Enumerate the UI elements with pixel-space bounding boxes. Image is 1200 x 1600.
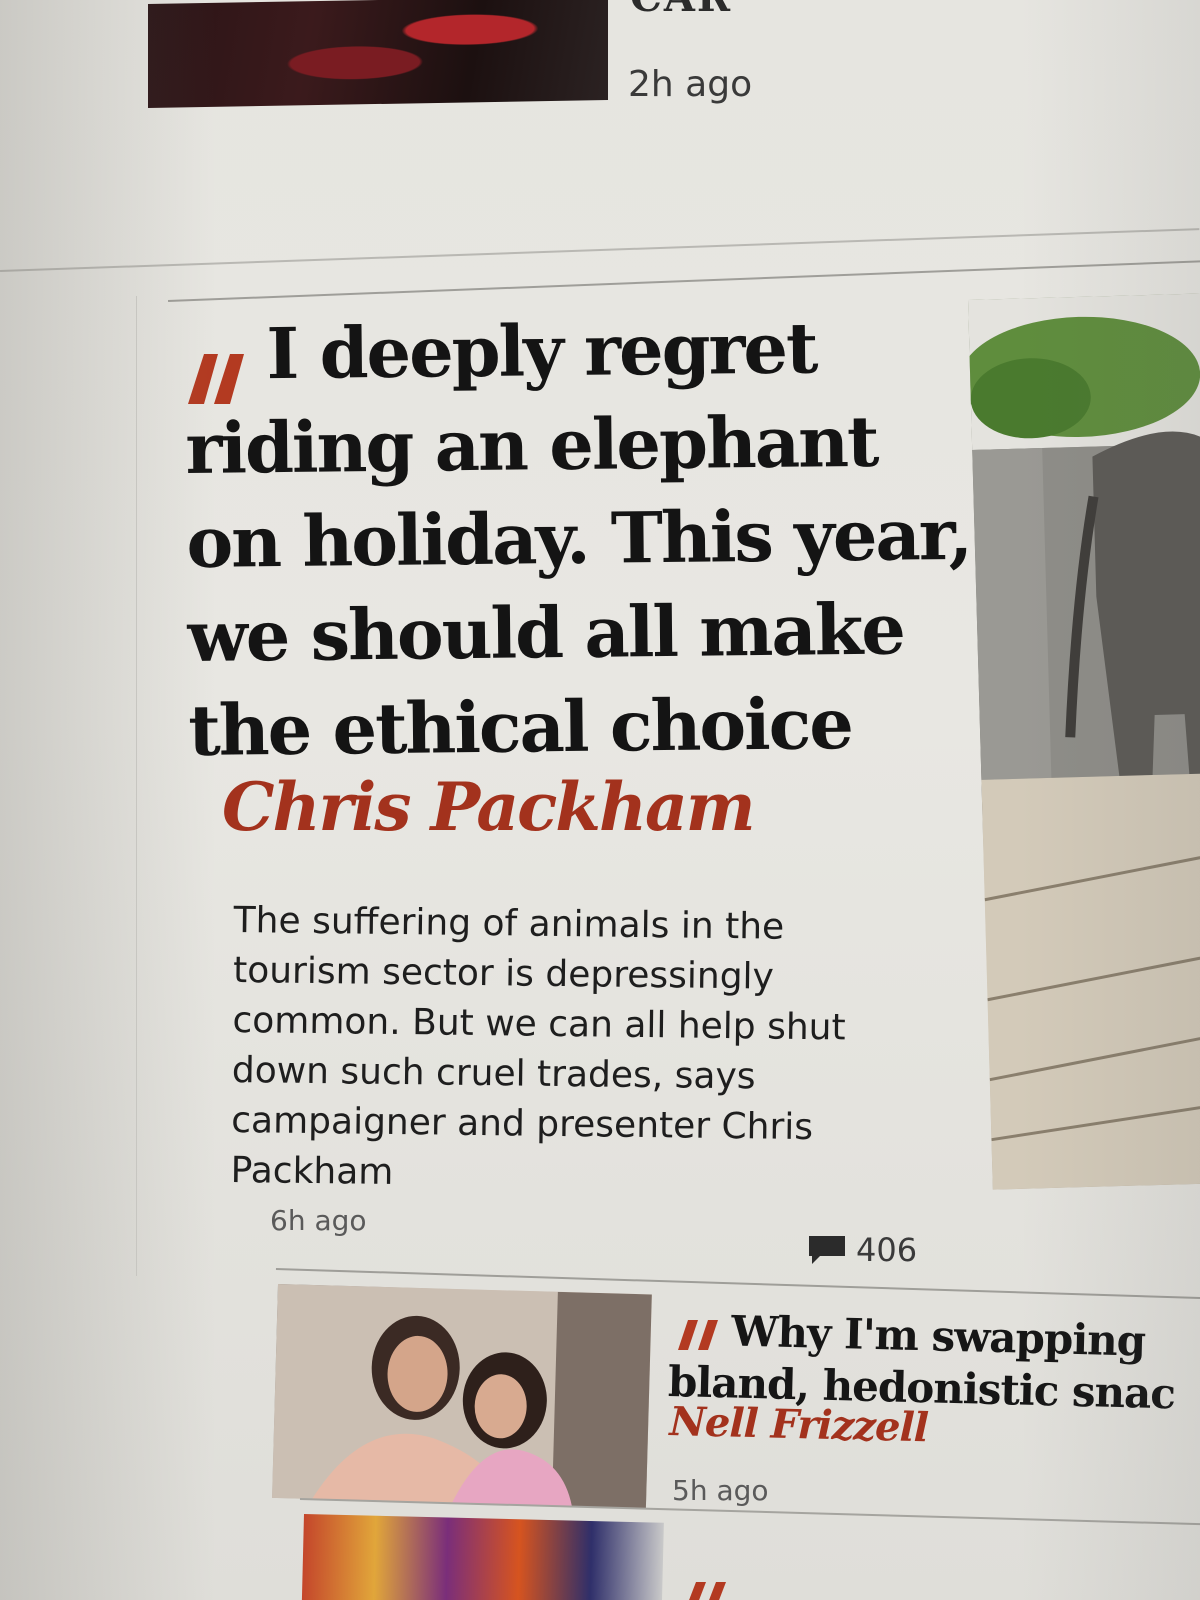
card-border	[136, 296, 137, 1276]
card-top-rule	[168, 260, 1200, 302]
top-card-timestamp: 2h ago	[628, 64, 753, 105]
main-card-headline[interactable]: I deeply regret riding an elephant on ho…	[184, 300, 979, 778]
second-card-timestamp: 5h ago	[672, 1474, 769, 1507]
comment-count-link[interactable]: 406	[806, 1230, 917, 1270]
comment-icon	[809, 1236, 845, 1264]
mother-child-photo	[272, 1284, 652, 1509]
section-divider	[0, 228, 1200, 272]
main-card-headline-text[interactable]: I deeply regret riding an elephant on ho…	[185, 306, 971, 772]
screen: CAR 2h ago I deeply regret riding an ele…	[0, 0, 1200, 1600]
quote-icon	[689, 1582, 726, 1600]
top-card-headline-fragment[interactable]: CAR	[630, 0, 732, 21]
second-card-thumbnail[interactable]	[272, 1284, 652, 1509]
main-card-timestamp: 6h ago	[270, 1204, 367, 1237]
main-card-byline[interactable]: Chris Packham	[222, 768, 756, 846]
second-card-headline-line1[interactable]: Why I'm swapping	[731, 1307, 1146, 1366]
main-card-standfirst: The suffering of animals in the tourism …	[230, 899, 846, 1193]
third-card-thumbnail[interactable]	[301, 1514, 664, 1600]
elephant-illustration	[968, 293, 1200, 1190]
headline-indent	[185, 378, 267, 379]
comment-count: 406	[856, 1231, 918, 1269]
second-card-byline[interactable]: Nell Frizzell	[669, 1398, 929, 1451]
headline-indent	[669, 1344, 731, 1346]
top-card-thumbnail[interactable]	[148, 0, 608, 109]
elephant-photo[interactable]	[968, 293, 1200, 1190]
